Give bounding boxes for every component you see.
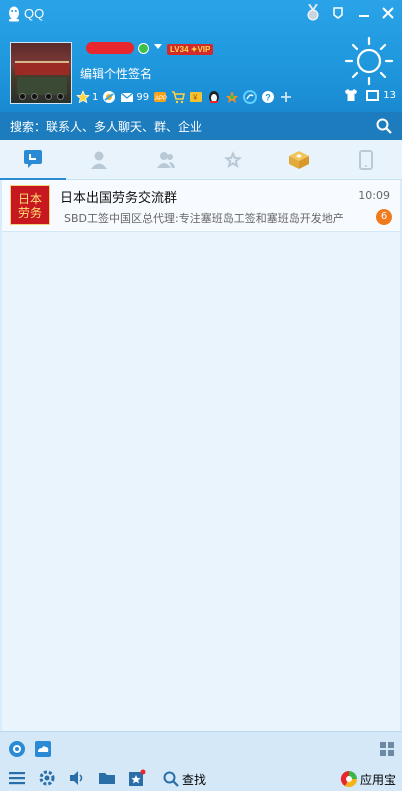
svg-text:APP: APP — [155, 96, 167, 102]
star-count: 1 — [92, 91, 99, 103]
person-icon — [91, 151, 107, 169]
box-icon — [289, 151, 309, 169]
level-vip-badge[interactable]: LV34 ✦VIP — [167, 44, 214, 55]
app-icon[interactable]: APP — [153, 89, 167, 105]
tab-contacts[interactable] — [66, 140, 132, 180]
penguin-icon[interactable] — [207, 89, 221, 105]
conversation-title: 日本出国劳务交流群 — [60, 191, 178, 206]
svg-text:¥: ¥ — [192, 93, 198, 102]
minimize-icon[interactable] — [354, 3, 374, 23]
star-icon — [224, 151, 242, 168]
online-status-icon[interactable] — [138, 43, 149, 54]
skin-icon[interactable] — [328, 3, 348, 23]
phone-icon — [359, 150, 373, 170]
sun-icon[interactable] — [343, 36, 395, 86]
qq-world-icon[interactable] — [8, 740, 26, 758]
group-icon — [157, 152, 175, 168]
app-shortcuts: 1 99 APP ¥ ? — [76, 88, 297, 106]
window-title: QQ — [24, 6, 45, 21]
close-icon[interactable] — [378, 3, 398, 23]
shirt-icon[interactable] — [344, 89, 358, 101]
tab-apps[interactable] — [266, 140, 332, 180]
cloud-icon[interactable] — [34, 740, 52, 758]
help-icon[interactable]: ? — [261, 89, 275, 105]
conversation-preview: SBD工签中国区总代理:专注塞班岛工签和塞班岛开发地产 — [64, 212, 344, 225]
header-tools: 13 — [344, 89, 396, 101]
add-icon[interactable] — [279, 89, 293, 105]
find-icon[interactable] — [162, 770, 180, 788]
cart-icon[interactable] — [171, 89, 186, 105]
tab-groups[interactable] — [133, 140, 199, 180]
search-icon[interactable] — [376, 118, 392, 134]
qq-browser-icon[interactable] — [243, 89, 258, 105]
conversation-list: 日本 劳务 日本出国劳务交流群 10:09 SBD工签中国区总代理:专注塞班岛工签… — [2, 180, 400, 731]
unread-badge: 6 — [376, 209, 392, 225]
profile-header: QQ LV34 ✦VIP 编辑个性签名 1 99 APP ¥ ? 13 — [0, 0, 402, 112]
tab-phone[interactable] — [333, 140, 399, 180]
qq-penguin-icon — [9, 6, 19, 22]
medal-icon[interactable] — [303, 3, 323, 23]
qzone-icon[interactable] — [102, 89, 116, 105]
find-button[interactable]: 查找 — [182, 771, 206, 788]
svg-text:?: ? — [265, 93, 271, 103]
conversation-time: 10:09 — [358, 189, 390, 202]
mail-icon[interactable]: 99 — [120, 89, 149, 105]
chat-bubble-icon — [24, 150, 42, 168]
app-store-button[interactable]: 应用宝 — [360, 771, 396, 788]
signature-edit[interactable]: 编辑个性签名 — [80, 65, 152, 82]
group-avatar[interactable]: 日本 劳务 — [10, 185, 50, 225]
star-icon[interactable]: 1 — [76, 89, 98, 105]
status-dropdown-icon[interactable] — [154, 44, 162, 49]
collection-star-icon[interactable] — [128, 769, 146, 787]
tab-conversations[interactable] — [0, 140, 66, 180]
bottom-toolbar: 查找 应用宝 — [0, 731, 402, 791]
main-menu-icon[interactable] — [8, 769, 26, 787]
nickname-redacted[interactable] — [86, 42, 134, 54]
game-icon[interactable] — [225, 89, 239, 105]
app-store-icon[interactable] — [340, 770, 358, 788]
tab-favorites[interactable] — [200, 140, 266, 180]
message-box-icon[interactable] — [366, 89, 380, 101]
search-bar[interactable]: 搜索：联系人、多人聊天、群、企业 — [0, 112, 402, 140]
volume-icon[interactable] — [68, 769, 86, 787]
settings-gear-icon[interactable] — [38, 769, 56, 787]
main-tabs — [0, 140, 402, 180]
user-avatar[interactable] — [10, 42, 72, 104]
message-box-count: 13 — [383, 89, 396, 101]
grid-icon[interactable] — [378, 740, 396, 758]
mail-count: 99 — [136, 91, 150, 103]
search-input[interactable]: 搜索：联系人、多人聊天、群、企业 — [10, 118, 202, 135]
list-item[interactable]: 日本 劳务 日本出国劳务交流群 10:09 SBD工签中国区总代理:专注塞班岛工签… — [2, 180, 400, 232]
wallet-icon[interactable]: ¥ — [189, 89, 203, 105]
folder-icon[interactable] — [98, 769, 116, 787]
